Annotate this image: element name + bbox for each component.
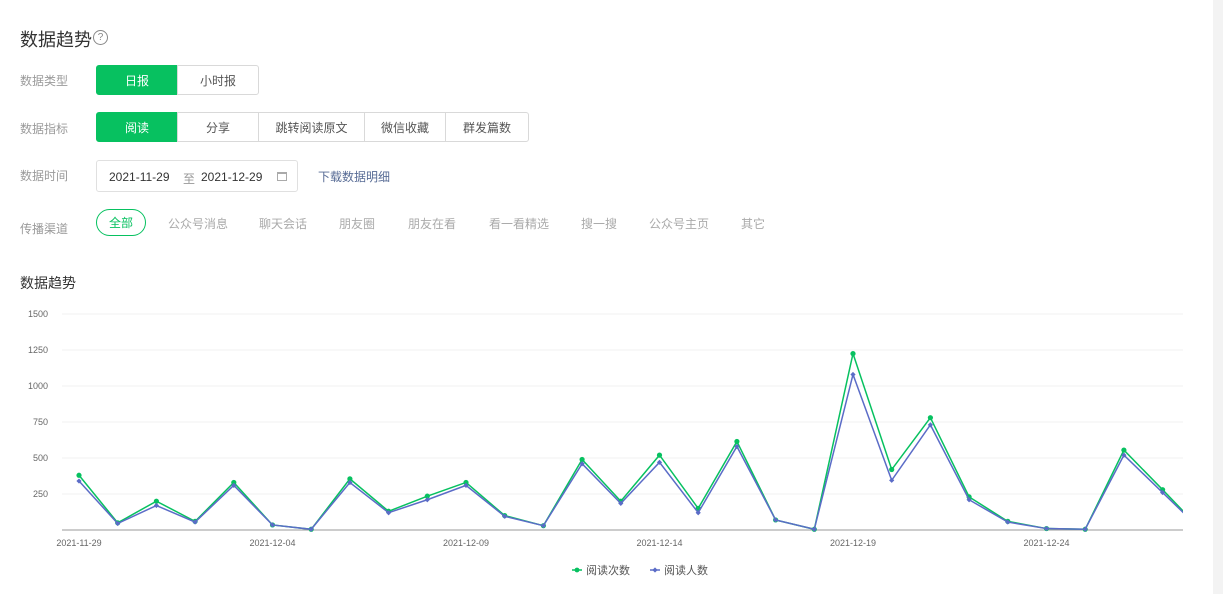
data-point	[1199, 527, 1204, 532]
metric-toggle: 阅读 分享 跳转阅读原文 微信收藏 群发篇数	[96, 112, 529, 142]
legend-marker	[574, 567, 580, 573]
data-type-toggle: 日报 小时报	[96, 65, 259, 95]
page-scrollbar[interactable]	[1213, 0, 1223, 594]
metric-favorite-button[interactable]: 微信收藏	[364, 112, 446, 142]
channel-label: 传播渠道	[20, 222, 69, 236]
channel-all-button[interactable]: 全部	[96, 209, 146, 236]
chart-section-title: 数据趋势	[20, 275, 76, 291]
x-tick-label: 2021-12-24	[1023, 538, 1069, 548]
trend-chart: 250 500 750 1000 1250 1500 2021-11-29 2021-12-0…	[28, 309, 1204, 577]
series-line	[78, 350, 1183, 531]
metric-original-link-button[interactable]: 跳转阅读原文	[258, 112, 365, 142]
help-icon[interactable]: ?	[93, 30, 108, 45]
channel-official-homepage[interactable]: 公众号主页	[649, 215, 709, 232]
y-tick-label: 1500	[28, 309, 48, 319]
series-2	[76, 371, 1204, 532]
metric-posts-button[interactable]: 群发篇数	[445, 112, 529, 142]
x-tick-label: 2021-11-29	[56, 538, 101, 548]
y-tick-label: 250	[33, 489, 48, 499]
page-title: 数据趋势	[20, 30, 92, 50]
data-point	[850, 371, 856, 378]
data-point	[734, 438, 740, 445]
data-point	[76, 472, 82, 478]
series-1	[76, 350, 1204, 532]
channel-search[interactable]: 搜一搜	[581, 215, 617, 232]
legend-label: 阅读次数	[586, 563, 630, 577]
y-tick-label: 500	[33, 453, 48, 463]
channel-official-message[interactable]: 公众号消息	[168, 215, 228, 232]
channel-chat[interactable]: 聊天会话	[259, 215, 307, 232]
x-tick-label: 2021-12-19	[830, 538, 876, 548]
channel-other[interactable]: 其它	[741, 215, 765, 232]
channel-moments[interactable]: 朋友圈	[339, 215, 375, 232]
y-tick-label: 1250	[28, 345, 48, 355]
channel-friends-watching[interactable]: 朋友在看	[408, 215, 456, 232]
data-point	[927, 415, 934, 421]
download-details-link[interactable]: 下载数据明细	[318, 168, 390, 185]
y-tick-label: 750	[33, 417, 48, 427]
daily-report-button[interactable]: 日报	[96, 65, 178, 95]
metric-label: 数据指标	[20, 122, 69, 136]
x-tick-label: 2021-12-04	[249, 538, 295, 548]
date-start: 2021-11-29	[109, 170, 170, 184]
metric-read-button[interactable]: 阅读	[96, 112, 178, 142]
channel-top-stories[interactable]: 看一看精选	[489, 215, 549, 232]
date-range-picker[interactable]: 2021-11-29 至 2021-12-29	[96, 160, 298, 192]
date-separator: 至	[183, 172, 196, 186]
legend-marker	[652, 567, 658, 573]
metric-share-button[interactable]: 分享	[177, 112, 259, 142]
data-point	[889, 466, 895, 473]
y-tick-label: 1000	[28, 381, 48, 391]
legend-label: 阅读人数	[664, 563, 708, 577]
data-point	[1121, 447, 1127, 453]
data-point	[850, 351, 856, 357]
series-line	[78, 371, 1183, 531]
data-type-label: 数据类型	[20, 74, 69, 88]
calendar-icon	[277, 172, 287, 181]
date-end: 2021-12-29	[201, 170, 263, 184]
hourly-report-button[interactable]: 小时报	[177, 65, 259, 95]
time-label: 数据时间	[20, 169, 69, 183]
data-point	[656, 452, 663, 458]
x-tick-label: 2021-12-14	[636, 538, 682, 548]
data-point	[153, 502, 159, 509]
data-point	[1199, 527, 1204, 532]
x-tick-label: 2021-12-09	[443, 538, 489, 548]
